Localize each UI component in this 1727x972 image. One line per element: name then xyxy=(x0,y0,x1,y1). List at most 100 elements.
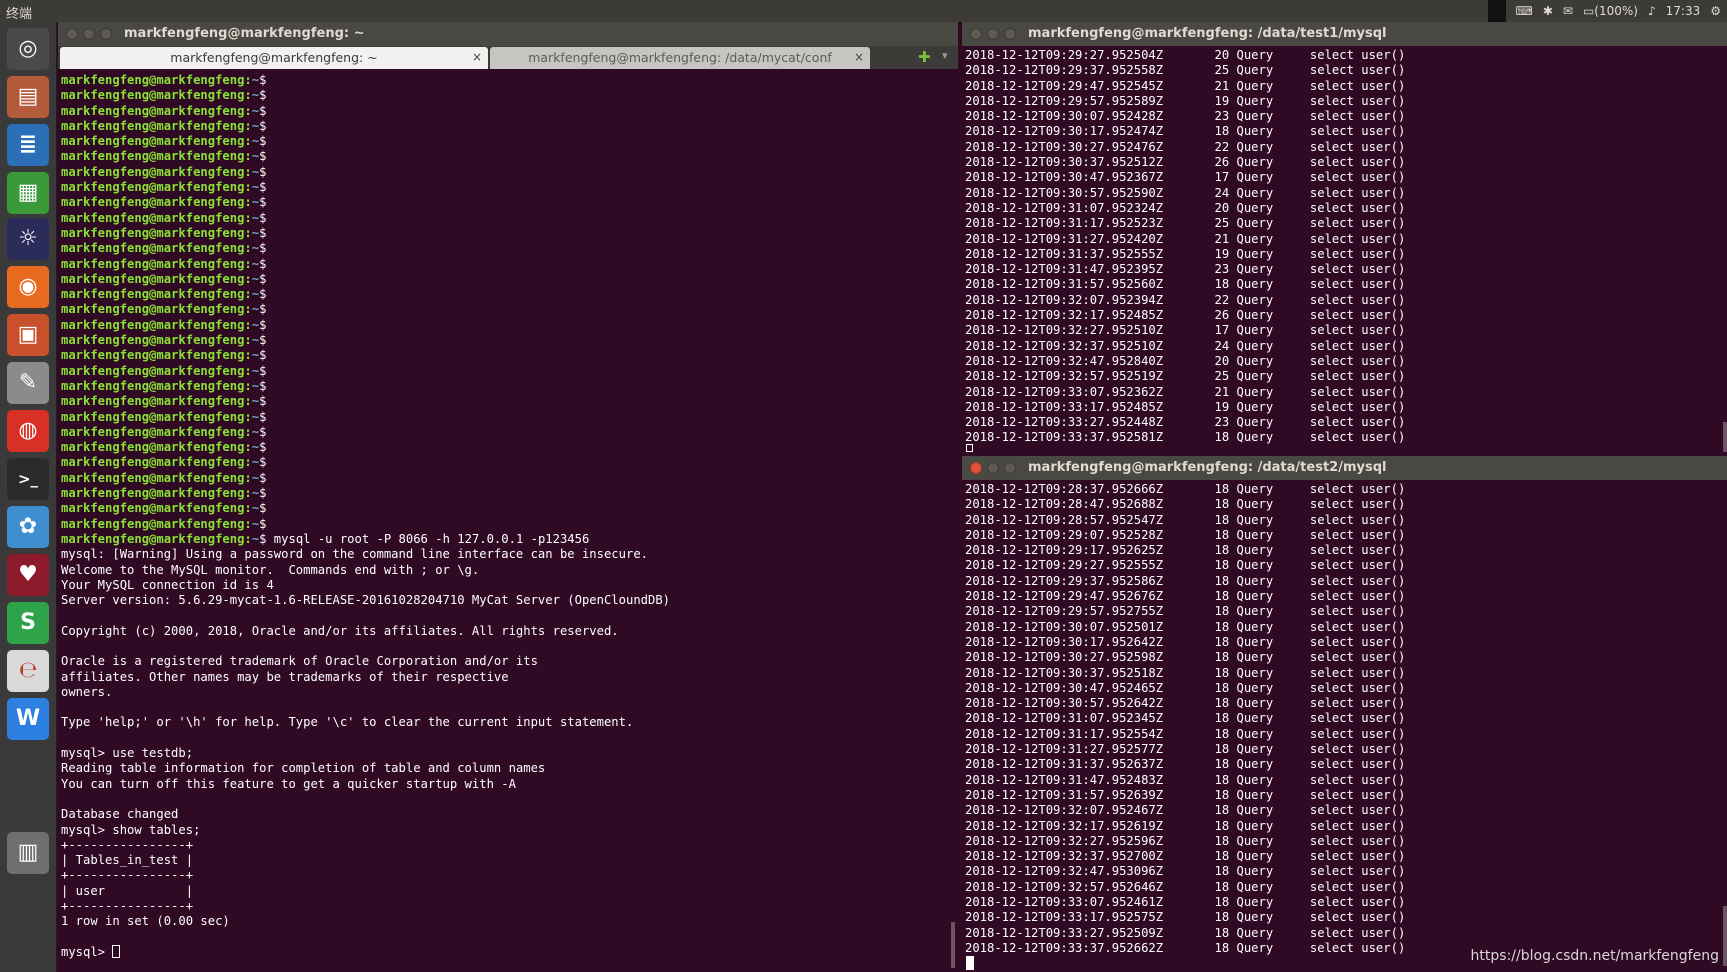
log-timestamp: 2018-12-12T09:29:27.952504Z xyxy=(965,48,1164,62)
log-timestamp: 2018-12-12T09:32:47.953096Z xyxy=(965,864,1164,879)
log-command: Query xyxy=(1229,589,1310,604)
mail-icon[interactable]: ✉ xyxy=(1563,4,1573,18)
log-thread-id: 19 xyxy=(1163,246,1230,261)
launcher-item[interactable]: ✎ xyxy=(7,362,49,404)
tab-close-icon[interactable]: × xyxy=(854,47,864,68)
close-button[interactable] xyxy=(66,28,78,40)
close-button[interactable] xyxy=(970,462,982,474)
log-argument: select user() xyxy=(1309,650,1406,665)
launcher-item[interactable]: ≣ xyxy=(7,124,49,166)
eclipse-icon: ☼ xyxy=(18,226,38,251)
scrollbar[interactable] xyxy=(1723,422,1727,452)
tab-home[interactable]: markfengfeng@markfengfeng: ~ × xyxy=(60,47,488,69)
log-command: Query xyxy=(1229,338,1310,353)
maximize-button[interactable] xyxy=(100,28,112,40)
launcher-item[interactable]: ◎ xyxy=(7,28,49,70)
prompt-user-host: markfengfeng@markfengfeng: xyxy=(61,531,252,546)
log-command: Query xyxy=(1229,864,1310,879)
window-titlebar[interactable]: markfengfeng@markfengfeng: /data/test1/m… xyxy=(962,22,1727,46)
log-thread-id: 18 xyxy=(1163,482,1230,496)
volume-icon[interactable]: ♪ xyxy=(1648,4,1656,18)
log-row: 2018-12-12T09:29:17.952625Z 18 Query sel… xyxy=(965,543,1405,557)
bluetooth-icon[interactable]: ✱ xyxy=(1543,4,1553,18)
launcher-item[interactable]: ℮ xyxy=(7,650,49,692)
minimize-button[interactable] xyxy=(987,462,999,474)
launcher-item[interactable]: ▦ xyxy=(7,172,49,214)
prompt-user-host: markfengfeng@markfengfeng: xyxy=(61,256,252,271)
log-row: 2018-12-12T09:29:07.952528Z 18 Query sel… xyxy=(965,528,1405,542)
minimize-button[interactable] xyxy=(987,28,999,40)
log-command: Query xyxy=(1229,558,1310,573)
maximize-button[interactable] xyxy=(1004,28,1016,40)
prompt-user-host: markfengfeng@markfengfeng: xyxy=(61,287,252,302)
launcher-item[interactable]: ▤ xyxy=(7,76,49,118)
wps-writer-icon: W xyxy=(15,706,41,731)
log-argument: select user() xyxy=(1309,833,1406,848)
launcher-item[interactable]: ✿ xyxy=(7,506,49,548)
window-titlebar[interactable]: markfengfeng@markfengfeng: ~ xyxy=(58,22,958,46)
launcher-item[interactable]: ▣ xyxy=(7,314,49,356)
prompt-user-host: markfengfeng@markfengfeng: xyxy=(61,134,252,149)
terminal-output[interactable]: markfengfeng@markfengfeng:~$ markfengfen… xyxy=(61,73,670,960)
log-timestamp: 2018-12-12T09:31:07.952345Z xyxy=(965,711,1164,726)
log-command: Query xyxy=(1229,200,1310,215)
prompt-line: markfengfeng@markfengfeng:~$ xyxy=(61,333,266,347)
log-argument: select user() xyxy=(1309,93,1406,108)
prompt-dollar: $ xyxy=(259,440,267,455)
general-log-output[interactable]: 2018-12-12T09:28:37.952666Z 18 Query sel… xyxy=(965,482,1405,956)
log-row: 2018-12-12T09:31:17.952523Z 25 Query sel… xyxy=(965,216,1405,230)
firefox-icon: ◉ xyxy=(18,274,38,299)
launcher-item[interactable]: ☼ xyxy=(7,218,49,260)
log-timestamp: 2018-12-12T09:31:27.952577Z xyxy=(965,742,1164,757)
log-row: 2018-12-12T09:30:37.952512Z 26 Query sel… xyxy=(965,155,1405,169)
scrollbar[interactable] xyxy=(1723,906,1727,966)
battery-indicator[interactable]: ▭(100%) xyxy=(1583,4,1638,18)
log-row: 2018-12-12T09:32:37.952510Z 24 Query sel… xyxy=(965,339,1405,353)
log-thread-id: 19 xyxy=(1163,93,1230,108)
log-thread-id: 23 xyxy=(1163,109,1230,124)
minimize-button[interactable] xyxy=(83,28,95,40)
tab-mycat-conf[interactable]: markfengfeng@markfengfeng: /data/mycat/c… xyxy=(490,47,870,69)
log-command: Query xyxy=(1229,665,1310,680)
log-argument: select user() xyxy=(1309,573,1406,588)
log-row: 2018-12-12T09:31:57.952639Z 18 Query sel… xyxy=(965,788,1405,802)
tab-close-icon[interactable]: × xyxy=(472,47,482,68)
gear-icon[interactable]: ⚙ xyxy=(1710,4,1721,18)
launcher-item[interactable]: ▥ xyxy=(7,832,49,874)
log-argument: select user() xyxy=(1309,680,1406,695)
log-timestamp: 2018-12-12T09:33:37.952581Z xyxy=(965,430,1164,445)
prompt-line: markfengfeng@markfengfeng:~$ xyxy=(61,455,266,469)
log-command: Query xyxy=(1229,787,1310,802)
prompt-line: markfengfeng@markfengfeng:~$ xyxy=(61,211,266,225)
system-tray: ⌨ ✱ ✉ ▭(100%) ♪ 17:33 ⚙ xyxy=(1487,0,1727,22)
launcher-item[interactable]: ♥ xyxy=(7,554,49,596)
new-tab-icon[interactable]: ✚ xyxy=(918,48,931,66)
close-button[interactable] xyxy=(970,28,982,40)
tab-menu-icon[interactable]: ▾ xyxy=(942,49,948,62)
prompt-dollar: $ xyxy=(259,394,267,409)
keyboard-icon[interactable]: ⌨ xyxy=(1516,4,1533,18)
launcher-item[interactable]: ◉ xyxy=(7,266,49,308)
terminal-window-test1: markfengfeng@markfengfeng: /data/test1/m… xyxy=(962,22,1727,452)
prompt-line: markfengfeng@markfengfeng:~$ xyxy=(61,425,266,439)
log-argument: select user() xyxy=(1309,589,1406,604)
log-command: Query xyxy=(1229,277,1310,292)
log-argument: select user() xyxy=(1309,619,1406,634)
log-argument: select user() xyxy=(1309,742,1406,757)
log-thread-id: 18 xyxy=(1163,910,1230,925)
scrollbar[interactable] xyxy=(951,922,955,968)
window-titlebar[interactable]: markfengfeng@markfengfeng: /data/test2/m… xyxy=(962,456,1727,480)
clock[interactable]: 17:33 xyxy=(1666,4,1701,18)
maximize-button[interactable] xyxy=(1004,462,1016,474)
log-command: Query xyxy=(1229,757,1310,772)
launcher-item[interactable]: >_ xyxy=(7,458,49,500)
launcher-item[interactable]: W xyxy=(7,698,49,740)
output-line: +----------------+ xyxy=(61,837,194,852)
log-argument: select user() xyxy=(1309,353,1406,368)
launcher-item[interactable]: ◍ xyxy=(7,410,49,452)
launcher-item[interactable]: S xyxy=(7,602,49,644)
log-argument: select user() xyxy=(1309,604,1406,619)
general-log-output[interactable]: 2018-12-12T09:29:27.952504Z 20 Query sel… xyxy=(965,48,1405,446)
wine-icon: ♥ xyxy=(18,562,38,587)
log-timestamp: 2018-12-12T09:31:37.952637Z xyxy=(965,757,1164,772)
